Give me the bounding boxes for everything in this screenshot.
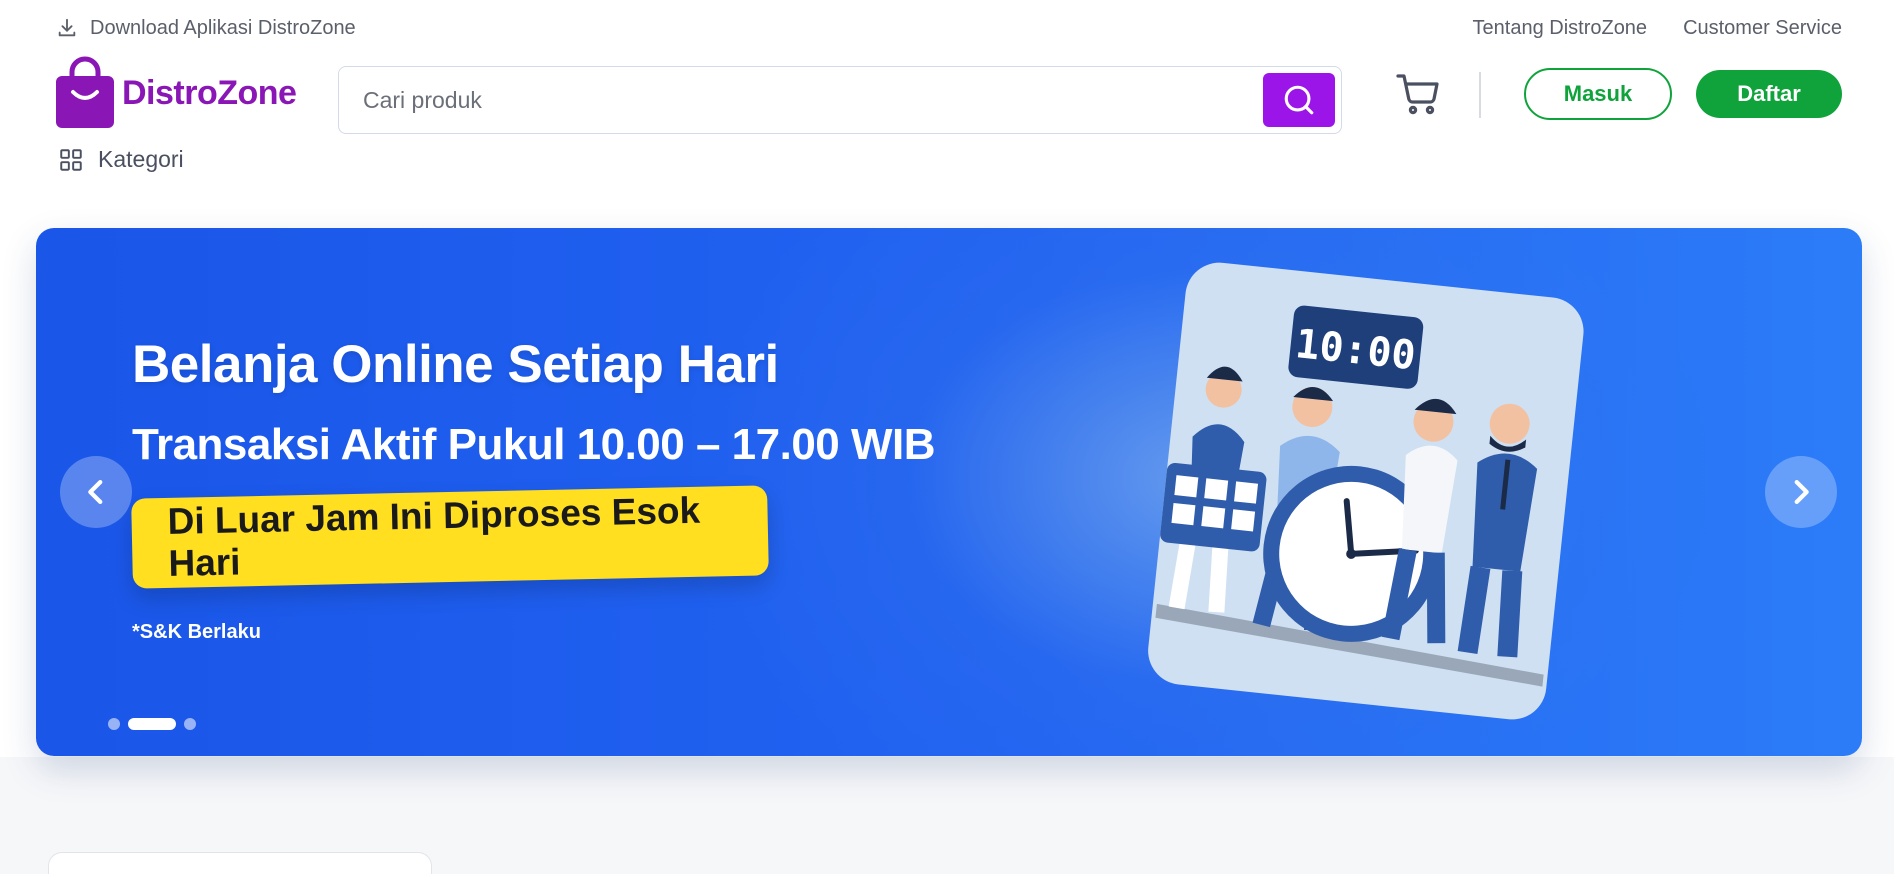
brand-name: DistroZone	[122, 73, 297, 112]
grid-icon	[60, 148, 82, 171]
search-bar	[338, 66, 1342, 134]
cart-button[interactable]	[1394, 70, 1442, 118]
about-link[interactable]: Tentang DistroZone	[1473, 17, 1648, 40]
chevron-left-icon	[88, 479, 103, 505]
carousel-dot-active[interactable]	[128, 718, 176, 730]
content-card	[48, 852, 432, 874]
register-button[interactable]: Daftar	[1696, 70, 1842, 118]
login-button[interactable]: Masuk	[1524, 68, 1672, 120]
chevron-right-icon	[1794, 479, 1809, 505]
banner-terms-note: *S&K Berlaku	[132, 621, 261, 643]
carousel-dot[interactable]	[184, 718, 196, 730]
category-label: Kategori	[98, 146, 184, 172]
carousel-indicators	[108, 718, 196, 730]
cart-icon	[1396, 74, 1439, 115]
carousel-dot[interactable]	[108, 718, 120, 730]
carousel-prev-button[interactable]	[60, 456, 132, 528]
search-button[interactable]	[1263, 73, 1335, 127]
banner-badge: Di Luar Jam Ini Diproses Esok Hari	[131, 485, 769, 589]
promo-banner[interactable]: Belanja Online Setiap Hari Transaksi Akt…	[36, 228, 1862, 756]
banner-subtitle: Transaksi Aktif Pukul 10.00 – 17.00 WIB	[132, 420, 936, 469]
carousel-next-button[interactable]	[1765, 456, 1837, 528]
site-header: Download Aplikasi DistroZone Tentang Dis…	[0, 0, 1894, 757]
header-divider	[1479, 72, 1481, 118]
download-app-label: Download Aplikasi DistroZone	[90, 16, 356, 39]
office-clock-illustration: 10:00	[1148, 262, 1584, 720]
brand-logo[interactable]: DistroZone	[54, 56, 297, 130]
download-icon	[58, 18, 76, 37]
search-icon	[1284, 85, 1314, 115]
logo-bag-icon	[56, 56, 114, 128]
customer-service-link[interactable]: Customer Service	[1683, 17, 1842, 40]
search-input[interactable]	[363, 67, 1263, 133]
category-menu[interactable]: Kategori	[58, 146, 184, 173]
top-bar: Download Aplikasi DistroZone Tentang Dis…	[56, 12, 1842, 44]
banner-title: Belanja Online Setiap Hari	[132, 335, 779, 394]
top-links: Tentang DistroZone Customer Service	[1473, 17, 1842, 40]
download-app-link[interactable]: Download Aplikasi DistroZone	[56, 17, 356, 40]
